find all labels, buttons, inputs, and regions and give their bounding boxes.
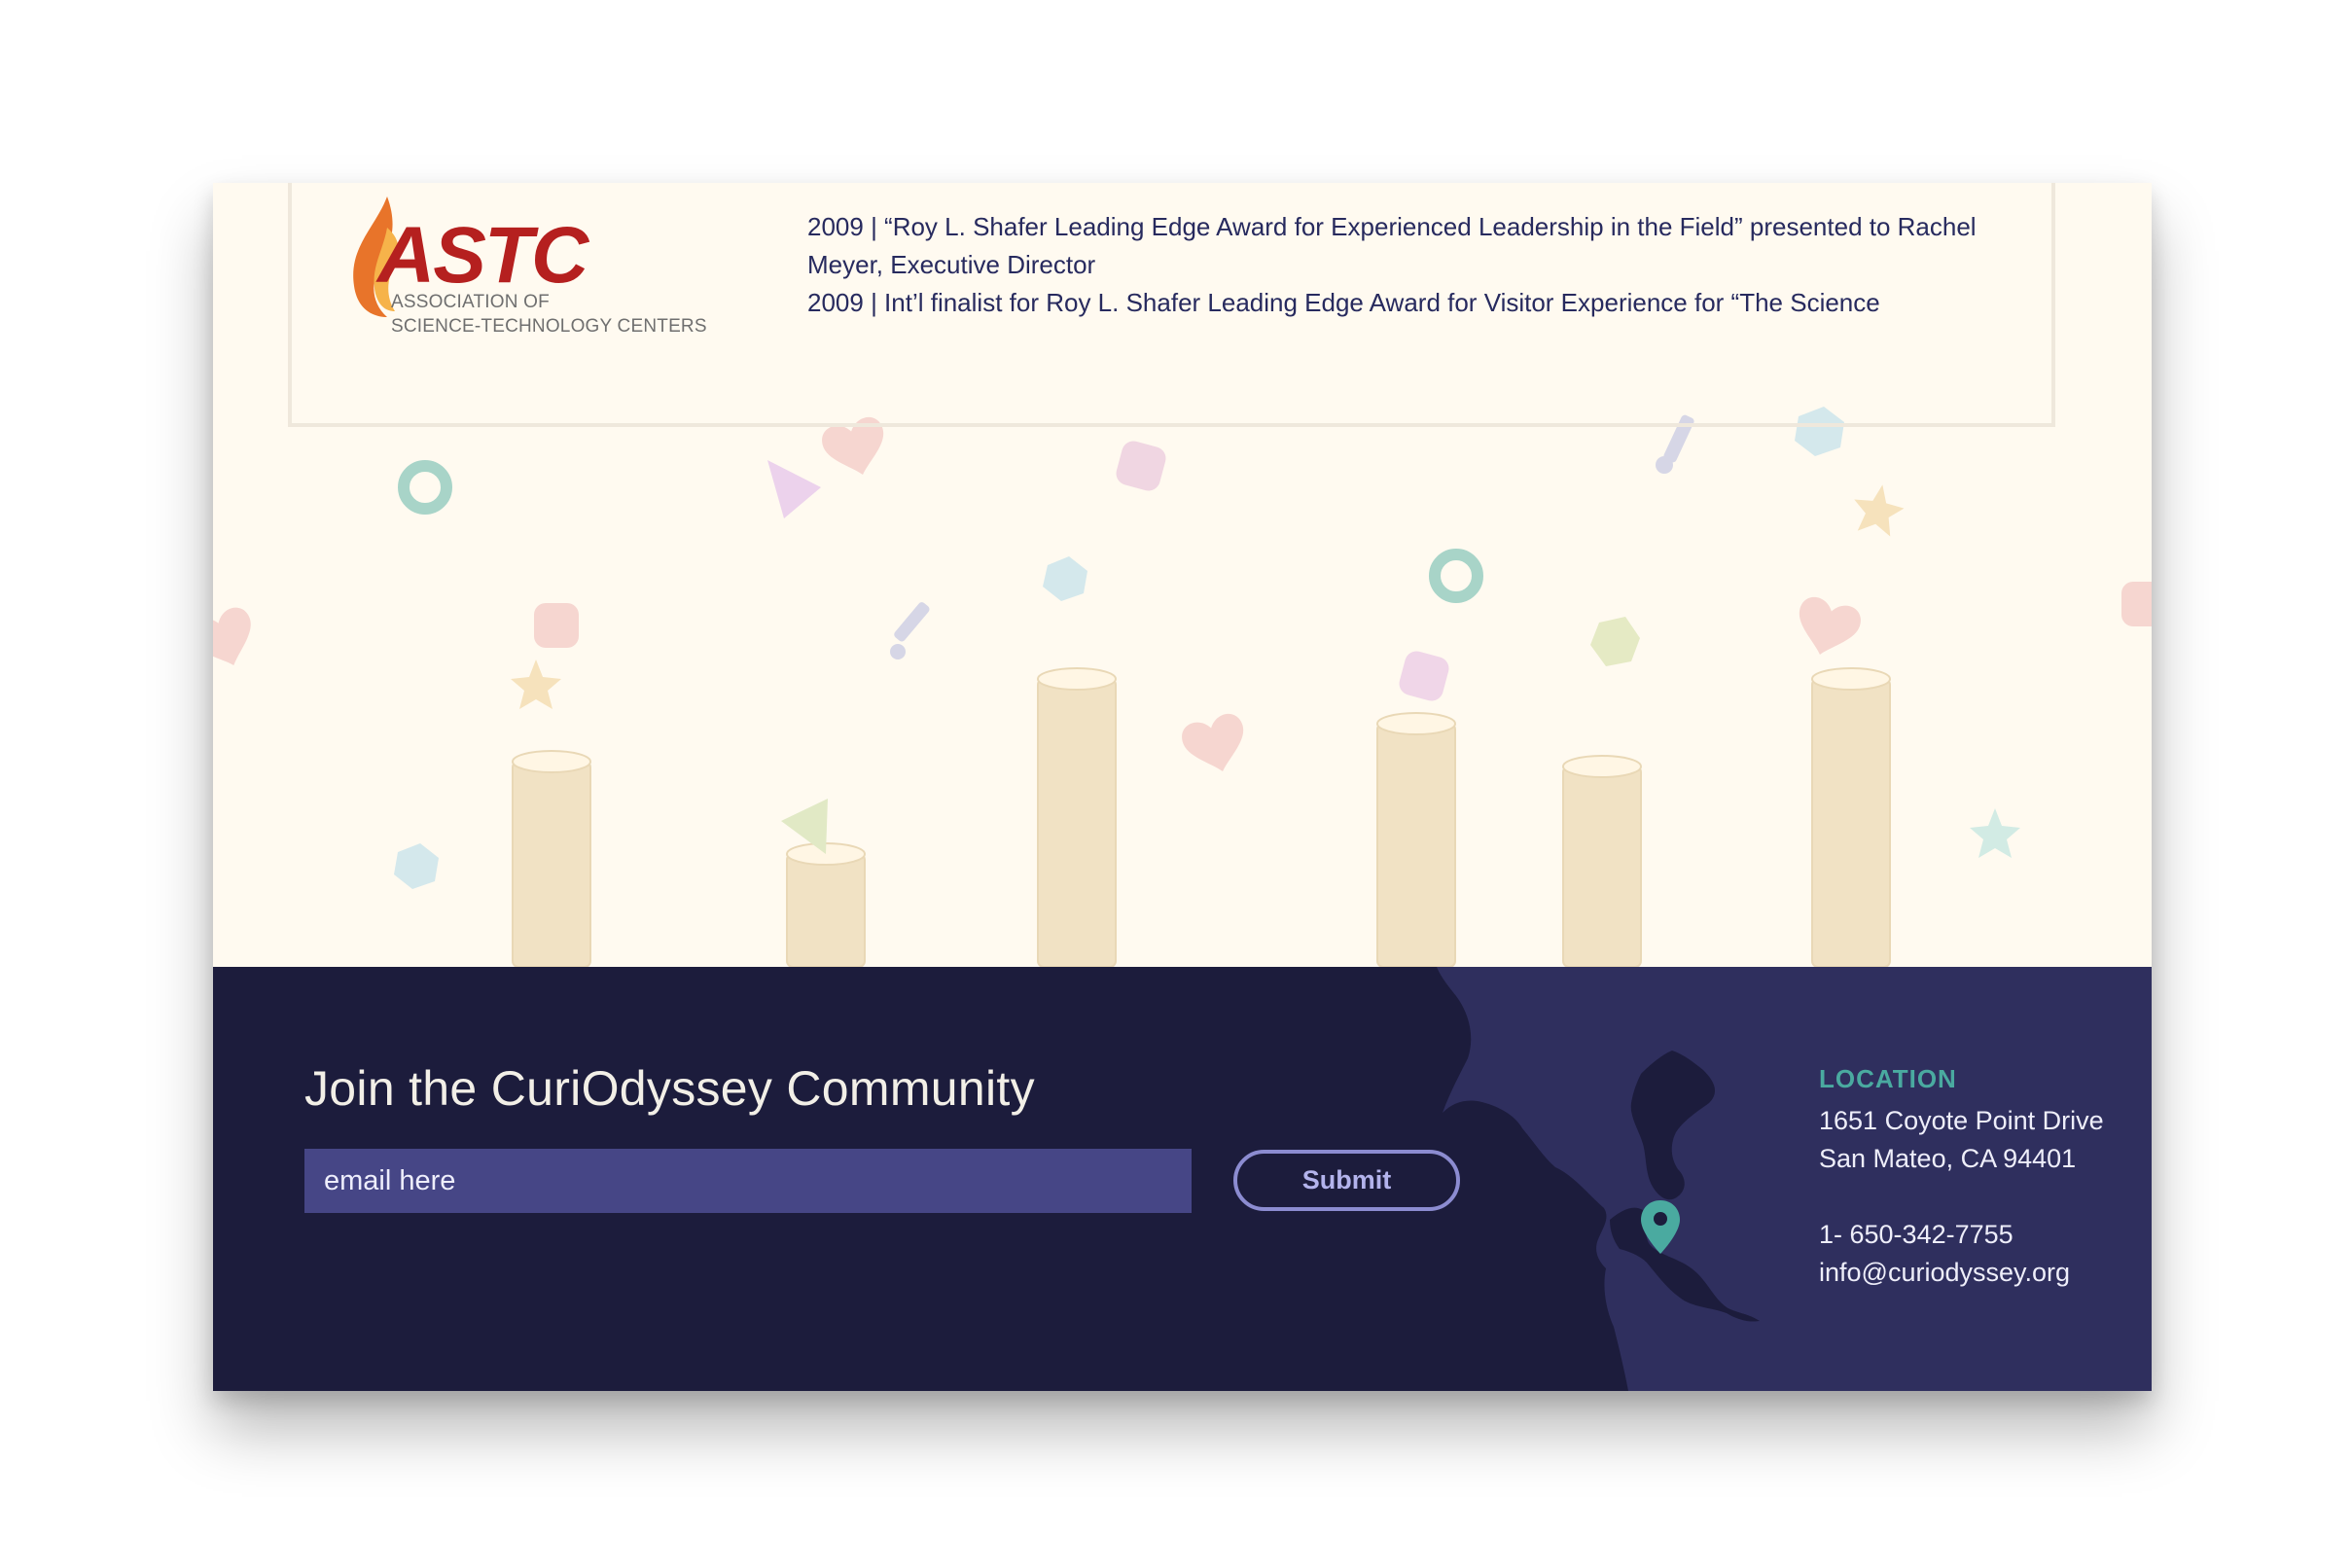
astc-subtitle-line2: Science-Technology Centers — [391, 316, 707, 337]
email-link[interactable]: info@curiodyssey.org — [1819, 1254, 2104, 1292]
submit-button[interactable]: Submit — [1233, 1150, 1460, 1211]
awards-list: 2009 | “Roy L. Shafer Leading Edge Award… — [807, 208, 2004, 322]
newsletter-title: Join the CuriOdyssey Community — [304, 1061, 1035, 1116]
email-input[interactable] — [304, 1149, 1192, 1213]
astc-logo-subtitle: Association of Science-Technology Center… — [391, 290, 707, 339]
footer: Join the CuriOdyssey Community Submit LO… — [213, 967, 2152, 1391]
awards-section: ASTC Association of Science-Technology C… — [213, 183, 2152, 967]
address-line2: San Mateo, CA 94401 — [1819, 1144, 2077, 1173]
astc-logo-wordmark: ASTC — [375, 211, 590, 300]
astc-subtitle-line1: Association of — [391, 292, 550, 312]
page-frame: ASTC Association of Science-Technology C… — [213, 183, 2152, 1391]
phone-link[interactable]: 1- 650-342-7755 — [1819, 1216, 2104, 1254]
award-item: 2009 | “Roy L. Shafer Leading Edge Award… — [807, 212, 1977, 279]
address-line1: 1651 Coyote Point Drive — [1819, 1106, 2104, 1135]
location-title: LOCATION — [1819, 1064, 1957, 1093]
location-block: LOCATION 1651 Coyote Point Drive San Mat… — [1819, 1060, 2104, 1292]
award-item: 2009 | Int’l finalist for Roy L. Shafer … — [807, 288, 1880, 317]
